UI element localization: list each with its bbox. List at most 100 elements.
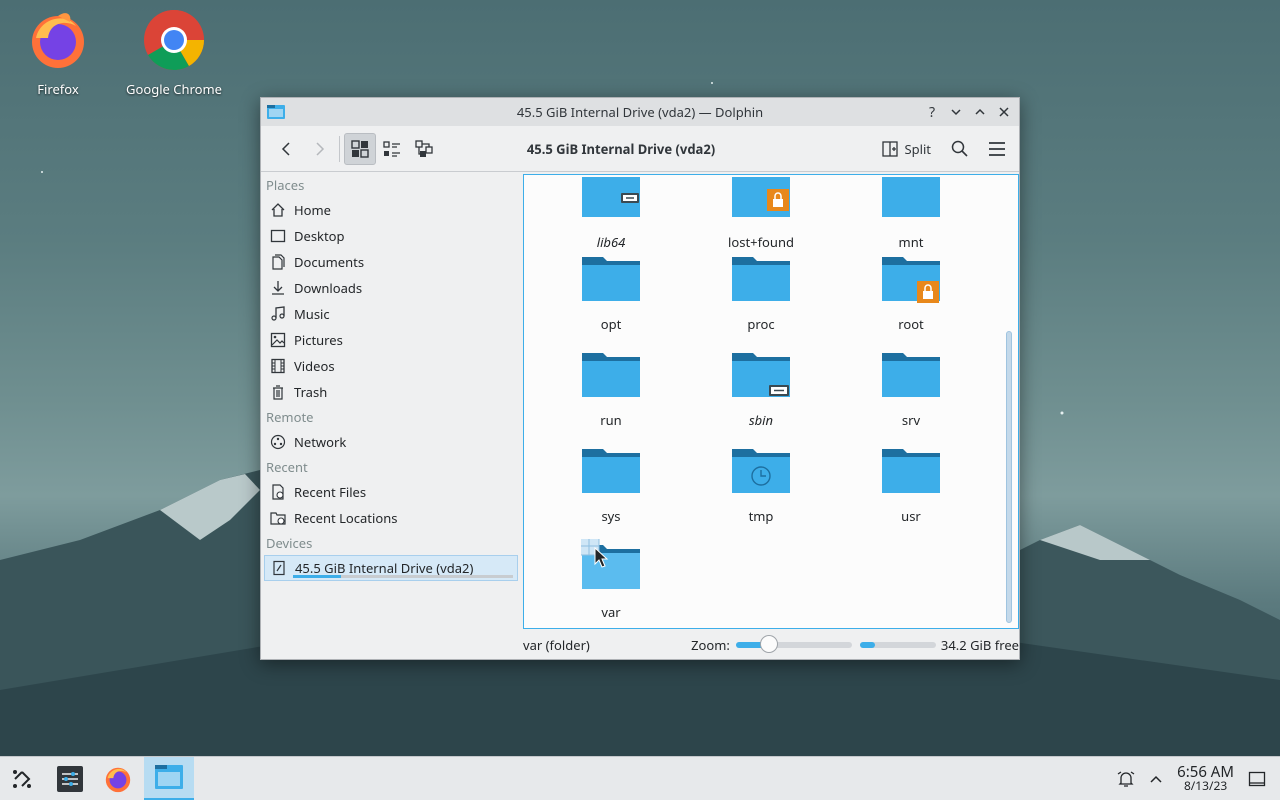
file-name: srv: [901, 411, 921, 429]
folder-icon: [732, 257, 790, 301]
close-button[interactable]: [993, 101, 1015, 123]
desktop-icon-label: Google Chrome: [126, 80, 222, 98]
zoom-slider-handle[interactable]: [759, 635, 778, 653]
forward-button[interactable]: [303, 133, 335, 165]
file-item-lost-found[interactable]: lost+found: [696, 175, 826, 251]
sidebar-item-label: Videos: [294, 357, 335, 375]
folder-icon: [582, 449, 640, 493]
folder-icon: [882, 177, 940, 217]
folder-icon: [882, 449, 940, 493]
minimize-button[interactable]: [945, 101, 967, 123]
file-item-opt[interactable]: opt: [546, 251, 676, 333]
details-view-button[interactable]: [408, 133, 440, 165]
help-button[interactable]: ?: [921, 101, 943, 123]
sidebar-item-videos[interactable]: Videos: [261, 353, 521, 379]
documents-icon: [272, 254, 285, 270]
icons-view-button[interactable]: [344, 132, 376, 165]
zoom-slider[interactable]: [735, 635, 852, 653]
compact-view-button[interactable]: [376, 133, 408, 165]
section-recent: Recent: [266, 458, 308, 476]
file-item-root[interactable]: root: [846, 251, 976, 333]
file-item-mnt[interactable]: mnt: [846, 175, 976, 251]
search-button[interactable]: [943, 133, 975, 165]
firefox-icon: [32, 13, 84, 68]
chevron-up-icon[interactable]: [1149, 772, 1163, 786]
taskbar: 6:56 AM 8/13/23: [0, 756, 1280, 800]
sidebar-item-desktop[interactable]: Desktop: [261, 223, 521, 249]
section-devices: Devices: [266, 534, 313, 552]
file-item-proc[interactable]: proc: [696, 251, 826, 333]
selection-status: var (folder): [523, 636, 590, 654]
drive-icon: [273, 560, 285, 576]
title-bar[interactable]: 45.5 GiB Internal Drive (vda2) — Dolphin…: [261, 98, 1019, 126]
settings-icon: [57, 765, 83, 792]
sidebar-item-label: Music: [294, 305, 330, 323]
sidebar-item-home[interactable]: Home: [261, 197, 521, 223]
sidebar-item-recent-locations[interactable]: Recent Locations: [261, 505, 521, 531]
sidebar-item-trash[interactable]: Trash: [261, 379, 521, 405]
chevron-up-icon: [975, 108, 985, 115]
sidebar-item-label: Desktop: [294, 227, 345, 245]
digital-clock[interactable]: 6:56 AM 8/13/23: [1177, 764, 1234, 793]
sidebar-item-documents[interactable]: Documents: [261, 249, 521, 275]
places-panel: Places Home Desktop Documents Downloads …: [261, 173, 521, 659]
chrome-icon: [144, 9, 205, 71]
split-view-icon: [882, 140, 899, 157]
file-item-sys[interactable]: sys: [546, 443, 676, 525]
folder-icon: [882, 257, 940, 303]
file-item-srv[interactable]: srv: [846, 347, 976, 429]
sidebar-item-internal-drive[interactable]: 45.5 GiB Internal Drive (vda2): [264, 555, 518, 581]
sidebar-item-recent-files[interactable]: Recent Files: [261, 479, 521, 505]
sidebar-item-label: Home: [294, 201, 331, 219]
file-item-tmp[interactable]: tmp: [696, 443, 826, 525]
split-button[interactable]: Split: [876, 136, 937, 162]
file-item-lib64[interactable]: lib64: [546, 175, 676, 251]
file-view[interactable]: lib64 lost+found mnt opt proc root run s…: [523, 174, 1019, 629]
sidebar-item-downloads[interactable]: Downloads: [261, 275, 521, 301]
dolphin-folder-icon: [155, 765, 183, 789]
launcher-icon: [13, 769, 31, 788]
taskbar-firefox[interactable]: [96, 757, 140, 800]
taskbar-dolphin[interactable]: [144, 756, 194, 800]
file-item-sbin[interactable]: sbin: [696, 347, 826, 429]
section-remote: Remote: [266, 408, 314, 426]
view-tree-icon: [415, 139, 433, 157]
view-compact-icon: [383, 140, 400, 157]
sidebar-item-pictures[interactable]: Pictures: [261, 327, 521, 353]
window-title: 45.5 GiB Internal Drive (vda2) — Dolphin: [516, 103, 764, 121]
sidebar-item-music[interactable]: Music: [261, 301, 521, 327]
sidebar-item-label: Downloads: [294, 279, 363, 297]
hamburger-menu-button[interactable]: [981, 133, 1013, 165]
split-label: Split: [904, 139, 931, 158]
folder-icon: [578, 536, 640, 589]
maximize-button[interactable]: [969, 101, 991, 123]
sidebar-item-label: Documents: [294, 253, 365, 271]
dolphin-folder-icon: [267, 105, 285, 119]
arrow-back-icon: [281, 141, 290, 156]
sidebar-item-network[interactable]: Network: [261, 429, 521, 455]
file-item-run[interactable]: run: [546, 347, 676, 429]
application-launcher-button[interactable]: [0, 757, 44, 800]
desktop-icon-google-chrome[interactable]: Google Chrome: [119, 8, 229, 98]
folder-icon: [732, 177, 790, 217]
desktop-icon-firefox[interactable]: Firefox: [3, 8, 113, 98]
system-settings-button[interactable]: [48, 757, 92, 800]
arrow-forward-icon: [316, 141, 325, 156]
file-name: run: [600, 411, 622, 429]
file-item-var[interactable]: var: [546, 536, 676, 621]
mouse-cursor-icon: [594, 547, 609, 568]
file-name: tmp: [748, 507, 774, 525]
notifications-icon[interactable]: [1117, 770, 1135, 788]
sidebar-item-label: Pictures: [294, 331, 343, 349]
vertical-scrollbar[interactable]: [1006, 331, 1012, 623]
close-icon: [999, 107, 1009, 117]
sidebar-item-label: Network: [294, 433, 347, 451]
file-item-usr[interactable]: usr: [846, 443, 976, 525]
sidebar-item-label: Trash: [294, 383, 328, 401]
firefox-icon: [105, 767, 131, 792]
back-button[interactable]: [271, 133, 303, 165]
sidebar-item-label: Recent Files: [294, 483, 367, 501]
free-space-text: 34.2 GiB free: [940, 636, 1019, 654]
show-desktop-icon[interactable]: [1248, 770, 1266, 788]
file-name: sbin: [748, 411, 774, 429]
